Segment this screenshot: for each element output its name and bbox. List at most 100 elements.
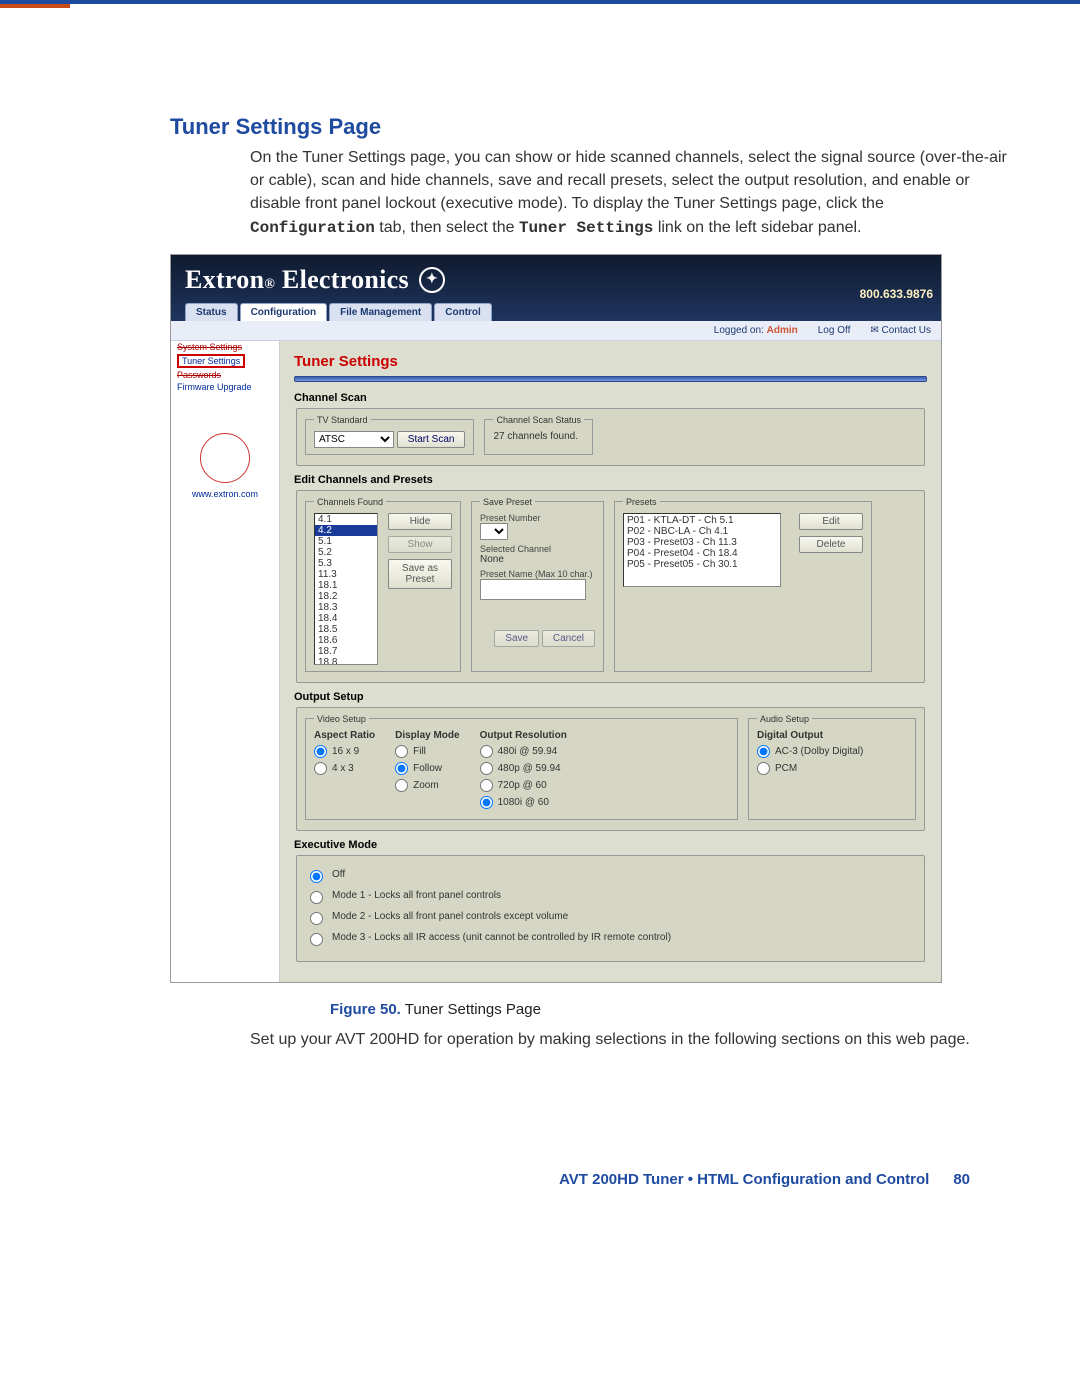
hide-button[interactable]: Hide: [388, 513, 452, 530]
divider-bar: [294, 376, 927, 382]
save-preset-legend: Save Preset: [480, 497, 535, 507]
main-panel: Tuner Settings Channel Scan TV Standard …: [280, 341, 941, 982]
intro-prefix: On the Tuner Settings page, you can show…: [250, 149, 1007, 212]
section-heading: Tuner Settings Page: [170, 114, 1010, 140]
channel-item[interactable]: 18.2: [315, 591, 377, 602]
channel-item[interactable]: 18.4: [315, 613, 377, 624]
left-sidebar: System Settings Tuner Settings Passwords…: [171, 341, 280, 982]
channel-item[interactable]: 4.2: [315, 525, 377, 536]
intro-suffix: link on the left sidebar panel.: [658, 219, 862, 236]
channel-item[interactable]: 18.5: [315, 624, 377, 635]
aspect-ratio-header: Aspect Ratio: [314, 730, 375, 741]
preset-item[interactable]: P05 - Preset05 - Ch 30.1: [627, 559, 777, 570]
display-fill[interactable]: Fill: [395, 745, 459, 758]
display-zoom[interactable]: Zoom: [395, 779, 459, 792]
edit-channels-title: Edit Channels and Presets: [294, 474, 927, 486]
page-title: Tuner Settings: [294, 353, 927, 370]
tab-file-management[interactable]: File Management: [329, 303, 432, 321]
screenshot-header: Extron® Electronics ✦ 800.633.9876 Statu…: [171, 255, 941, 321]
login-bar: Logged on: Admin Log Off ✉ Contact Us: [171, 321, 941, 341]
aspect-16x9[interactable]: 16 x 9: [314, 745, 375, 758]
intro-code-tunersettings: Tuner Settings: [519, 219, 653, 237]
executive-mode-panel: Off Mode 1 - Locks all front panel contr…: [296, 855, 925, 962]
intro-mid: tab, then select the: [379, 219, 519, 236]
sidebar-url[interactable]: www.extron.com: [171, 489, 279, 499]
tv-standard-group: TV Standard ATSC Start Scan: [305, 415, 474, 455]
tab-control[interactable]: Control: [434, 303, 492, 321]
audio-setup-legend: Audio Setup: [757, 714, 812, 724]
preset-number-label: Preset Number: [480, 513, 595, 523]
sidebar-item-firmware-upgrade[interactable]: Firmware Upgrade: [171, 381, 279, 393]
tv-standard-select[interactable]: ATSC: [314, 431, 394, 448]
presets-legend: Presets: [623, 497, 660, 507]
sidebar-item-tuner-settings[interactable]: Tuner Settings: [177, 354, 245, 368]
aspect-4x3[interactable]: 4 x 3: [314, 762, 375, 775]
save-as-preset-button[interactable]: Save as Preset: [388, 559, 452, 589]
channel-item[interactable]: 5.3: [315, 558, 377, 569]
cancel-preset-button[interactable]: Cancel: [542, 630, 595, 647]
exec-mode3[interactable]: Mode 3 - Locks all IR access (unit canno…: [305, 930, 916, 946]
exec-mode1[interactable]: Mode 1 - Locks all front panel controls: [305, 888, 916, 904]
channels-listbox[interactable]: 4.14.25.15.25.311.318.118.218.318.418.51…: [314, 513, 378, 665]
preset-number-select[interactable]: [480, 523, 508, 540]
sidebar-item-passwords[interactable]: Passwords: [171, 369, 279, 381]
show-button[interactable]: Show: [388, 536, 452, 553]
exec-off[interactable]: Off: [305, 867, 916, 883]
preset-item[interactable]: P01 - KTLA-DT - Ch 5.1: [627, 515, 777, 526]
brand-name: Extron: [185, 265, 264, 294]
selected-channel-label: Selected Channel: [480, 544, 595, 554]
channel-item[interactable]: 4.1: [315, 514, 377, 525]
sidebar-item-system-settings[interactable]: System Settings: [171, 341, 279, 353]
scan-status-group: Channel Scan Status 27 channels found.: [484, 415, 593, 455]
preset-name-input[interactable]: [480, 579, 586, 600]
scan-status-legend: Channel Scan Status: [493, 415, 584, 425]
start-scan-button[interactable]: Start Scan: [397, 431, 466, 448]
page-footer: AVT 200HD Tuner • HTML Configuration and…: [70, 1171, 1010, 1188]
presets-listbox[interactable]: P01 - KTLA-DT - Ch 5.1P02 - NBC-LA - Ch …: [623, 513, 781, 587]
tab-status[interactable]: Status: [185, 303, 238, 321]
brand-logo: Extron® Electronics ✦: [185, 265, 927, 295]
output-setup-panel: Video Setup Aspect Ratio 16 x 9 4 x 3 Di…: [296, 707, 925, 831]
channel-item[interactable]: 18.6: [315, 635, 377, 646]
audio-ac3[interactable]: AC-3 (Dolby Digital): [757, 745, 907, 758]
audio-pcm[interactable]: PCM: [757, 762, 907, 775]
channel-item[interactable]: 11.3: [315, 569, 377, 580]
output-setup-title: Output Setup: [294, 691, 927, 703]
top-tabs: Status Configuration File Management Con…: [185, 303, 927, 321]
channels-found-group: Channels Found 4.14.25.15.25.311.318.118…: [305, 497, 461, 672]
res-720p[interactable]: 720p @ 60: [480, 779, 567, 792]
res-480i[interactable]: 480i @ 59.94: [480, 745, 567, 758]
executive-mode-title: Executive Mode: [294, 839, 927, 851]
log-off-link[interactable]: Log Off: [818, 325, 851, 336]
post-text: Set up your AVT 200HD for operation by m…: [250, 1028, 1010, 1051]
preset-item[interactable]: P03 - Preset03 - Ch 11.3: [627, 537, 777, 548]
save-preset-button[interactable]: Save: [494, 630, 539, 647]
tab-configuration[interactable]: Configuration: [240, 303, 328, 321]
extron-s3-badge-icon: [200, 433, 250, 483]
save-preset-group: Save Preset Preset Number Selected Chann…: [471, 497, 604, 672]
preset-item[interactable]: P02 - NBC-LA - Ch 4.1: [627, 526, 777, 537]
display-follow[interactable]: Follow: [395, 762, 459, 775]
res-480p[interactable]: 480p @ 59.94: [480, 762, 567, 775]
edit-channels-panel: Channels Found 4.14.25.15.25.311.318.118…: [296, 490, 925, 683]
res-1080i[interactable]: 1080i @ 60: [480, 796, 567, 809]
selected-channel-value: None: [480, 554, 595, 565]
channel-item[interactable]: 18.8: [315, 657, 377, 665]
intro-code-configuration: Configuration: [250, 219, 375, 237]
intro-text: On the Tuner Settings page, you can show…: [250, 146, 1010, 240]
channel-scan-panel: TV Standard ATSC Start Scan Channel Scan…: [296, 408, 925, 466]
preset-item[interactable]: P04 - Preset04 - Ch 18.4: [627, 548, 777, 559]
delete-preset-button[interactable]: Delete: [799, 536, 863, 553]
edit-preset-button[interactable]: Edit: [799, 513, 863, 530]
channel-item[interactable]: 18.7: [315, 646, 377, 657]
presets-group: Presets P01 - KTLA-DT - Ch 5.1P02 - NBC-…: [614, 497, 872, 672]
channel-item[interactable]: 5.2: [315, 547, 377, 558]
channel-item[interactable]: 18.1: [315, 580, 377, 591]
digital-output-header: Digital Output: [757, 730, 907, 741]
output-resolution-header: Output Resolution: [480, 730, 567, 741]
contact-us-link[interactable]: ✉ Contact Us: [870, 325, 931, 336]
exec-mode2[interactable]: Mode 2 - Locks all front panel controls …: [305, 909, 916, 925]
channel-item[interactable]: 5.1: [315, 536, 377, 547]
channel-item[interactable]: 18.3: [315, 602, 377, 613]
logged-on-label: Logged on: Admin: [714, 325, 798, 336]
